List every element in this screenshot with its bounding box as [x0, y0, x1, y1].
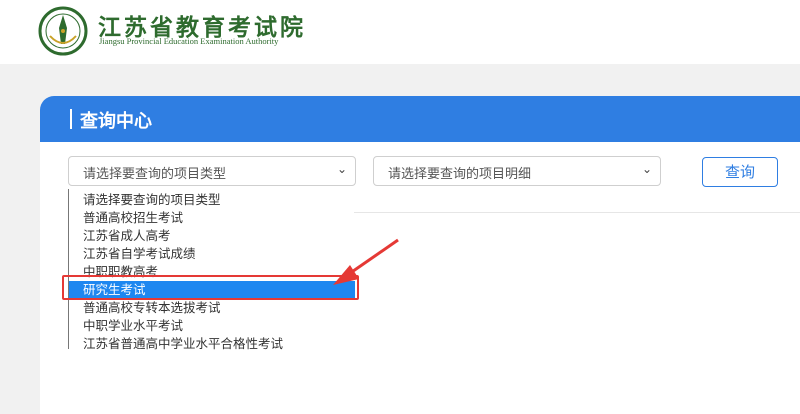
dropdown-option[interactable]: 江苏省自学考试成绩	[69, 245, 355, 263]
site-header: 江苏省教育考试院 Jiangsu Provincial Education Ex…	[0, 0, 800, 64]
dropdown-option[interactable]: 普通高校招生考试	[69, 209, 355, 227]
site-subtitle: Jiangsu Provincial Education Examination…	[99, 36, 279, 46]
project-type-select-value: 请选择要查询的项目类型	[83, 167, 227, 182]
emblem-icon	[38, 6, 88, 56]
panel-header-accent	[70, 109, 72, 129]
query-panel: 查询中心 请选择要查询的项目类型 ⌄ 请选择要查询的项目明细 ⌄ 查询 请选择要…	[40, 96, 800, 414]
dropdown-option[interactable]: 中职学业水平考试	[69, 317, 355, 335]
chevron-down-icon: ⌄	[641, 162, 652, 176]
panel-title: 查询中心	[80, 111, 152, 132]
dropdown-option[interactable]: 江苏省成人高考	[69, 227, 355, 245]
highlight-annotation-box	[62, 275, 359, 300]
dropdown-option[interactable]: 江苏省普通高中学业水平合格性考试	[69, 335, 355, 353]
dropdown-option[interactable]: 普通高校专转本选拔考试	[69, 299, 355, 317]
query-button[interactable]: 查询	[702, 157, 778, 187]
panel-header: 查询中心	[40, 96, 800, 142]
project-detail-select-value: 请选择要查询的项目明细	[388, 167, 532, 182]
project-type-dropdown: 请选择要查询的项目类型 普通高校招生考试 江苏省成人高考 江苏省自学考试成绩 中…	[68, 189, 355, 351]
project-detail-select[interactable]: 请选择要查询的项目明细 ⌄	[373, 156, 661, 186]
project-type-select[interactable]: 请选择要查询的项目类型 ⌄	[68, 156, 356, 186]
chevron-down-icon: ⌄	[336, 162, 347, 176]
dropdown-option[interactable]: 请选择要查询的项目类型	[69, 191, 355, 209]
